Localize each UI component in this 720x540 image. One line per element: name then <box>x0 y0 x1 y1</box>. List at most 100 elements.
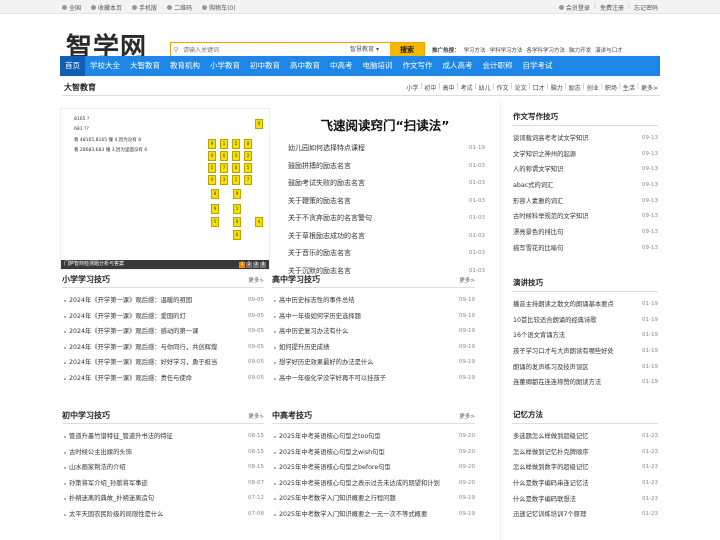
list-item[interactable]: 扑朔迷离的典故_扑朔迷离造句 07-12 <box>62 491 264 507</box>
list-item[interactable]: 2024年《开学第一课》观后感：好好学习，勇于担当 09-05 <box>62 355 264 371</box>
more-link[interactable]: 更多> <box>459 276 475 284</box>
more-link[interactable]: 更多> <box>459 412 475 420</box>
featured-item[interactable]: 关于不贪弃励志的名言警句 01-03 <box>285 210 485 228</box>
nav-item[interactable]: 教育机构 <box>165 56 205 76</box>
list-item[interactable]: 2024年《开学第一课》观后感：与你同行，共创辉煌 09-05 <box>62 339 264 355</box>
featured-item[interactable]: 幼儿园如何选择特点课程 01-19 <box>285 140 485 158</box>
list-item[interactable]: 漂亮景色的排比句 09-13 <box>512 225 658 241</box>
hot-link[interactable]: 脑力开发 <box>569 46 591 54</box>
list-item[interactable]: 高中一年级如何学历史选择题 09-19 <box>272 308 475 324</box>
banner-dot[interactable]: 1 <box>239 262 245 268</box>
list-item[interactable]: 播音主持朗读之散文的朗诵基本要点 01-19 <box>512 297 658 313</box>
list-item[interactable]: 2024年《开学第一课》观后感：感动的第一课 09-05 <box>62 324 264 340</box>
more-link[interactable]: 更多> <box>641 83 658 92</box>
nav-item[interactable]: 会计职称 <box>478 56 518 76</box>
list-item[interactable]: 想学好历史效果最好的办法是什么 09-19 <box>272 355 475 371</box>
list-item[interactable]: 2024年《开学第一课》观后感：温暖的祖国 09-05 <box>62 293 264 309</box>
featured-item[interactable]: 关于鞭策的励志名言 01-03 <box>285 193 485 211</box>
nav-item[interactable]: 初中教育 <box>245 56 285 76</box>
hot-link[interactable]: 各学科学习方法 <box>527 46 566 54</box>
list-item[interactable]: 连董卿都在连连称赞的朗读方法 01-19 <box>512 375 658 392</box>
list-item[interactable]: 2025年中考英语核心句型之表示过去未达成的期望和计划 09-20 <box>272 475 475 491</box>
list-item[interactable]: 什么是数字编码串连记忆法 01-23 <box>512 476 658 492</box>
register-link[interactable]: 免费注册 <box>600 3 624 12</box>
featured-title[interactable]: 飞速阅读窍门“扫读法” <box>285 115 485 134</box>
category-link[interactable]: 创业 <box>587 83 599 92</box>
featured-item[interactable]: 鼓励拼搏的励志名言 01-03 <box>285 158 485 176</box>
list-item[interactable]: 描写雪花的比喻句 09-13 <box>512 240 658 257</box>
category-link[interactable]: 作文 <box>497 83 509 92</box>
banner-dot[interactable]: 3 <box>253 262 259 268</box>
nav-item[interactable]: 自学考试 <box>518 56 558 76</box>
list-item[interactable]: 高中历史标志性的事件总结 09-19 <box>272 293 475 309</box>
forgot-password-link[interactable]: 忘记密码 <box>634 3 658 12</box>
featured-item[interactable]: 鼓励考试失败的励志名言 01-03 <box>285 175 485 193</box>
category-link[interactable]: 口才 <box>533 83 545 92</box>
topbar-link-region[interactable]: 全国 <box>62 3 81 12</box>
list-item[interactable]: 如何提升历史成绩 09-19 <box>272 339 475 355</box>
list-item[interactable]: 怎么样做到数字的超级记忆 01-23 <box>512 460 658 477</box>
list-item[interactable]: 2025年中考数学入门知识概要之一元一次不等式概要 09-19 <box>272 506 475 522</box>
list-item[interactable]: 古时候公主出嫁的头饰 08-15 <box>62 444 264 460</box>
category-link[interactable]: 励志 <box>569 83 581 92</box>
hot-link[interactable]: 学习方法 <box>464 46 486 54</box>
category-link[interactable]: 初中 <box>424 83 436 92</box>
list-item[interactable]: 太平天国农民阶级的局限性是什么 07-08 <box>62 506 264 522</box>
featured-banner[interactable]: 8165 ? 681 ?? 看 48165,8165 懂 4,因为没有 8 看 … <box>60 108 270 270</box>
category-link[interactable]: 脑力 <box>551 83 563 92</box>
nav-item-home[interactable]: 首页 <box>60 56 85 76</box>
category-link[interactable]: 论文 <box>515 83 527 92</box>
list-item[interactable]: 2025年中考英语核心句型之before句型 09-20 <box>272 460 475 476</box>
nav-item[interactable]: 大智教育 <box>125 56 165 76</box>
search-input[interactable] <box>181 43 345 57</box>
featured-item[interactable]: 关于音乐的励志名言 01-03 <box>285 245 485 263</box>
list-item[interactable]: 16个语文背诵方法 01-19 <box>512 328 658 345</box>
hot-link[interactable]: 演讲与口才 <box>595 46 623 54</box>
list-item[interactable]: 山水画家荆浩的介绍 08-15 <box>62 460 264 476</box>
topbar-link-mobile[interactable]: 手机版 <box>132 3 157 12</box>
login-link[interactable]: 会员登录 <box>558 3 590 12</box>
more-link[interactable]: 更多> <box>248 276 264 284</box>
nav-item[interactable]: 作文写作 <box>398 56 438 76</box>
list-item[interactable]: 2025年中考英语核心句型之wish句型 09-20 <box>272 444 475 460</box>
search-button[interactable]: 搜索 <box>390 43 424 57</box>
list-item[interactable]: 孙策将军介绍_孙膑将军事迹 08-07 <box>62 475 264 491</box>
list-item[interactable]: 迅速记忆训练培训7个原理 01-23 <box>512 507 658 524</box>
list-item[interactable]: 形容人素雅的词汇 09-13 <box>512 193 658 210</box>
list-item[interactable]: 2024年《开学第一课》观后感：爱国的灯 09-05 <box>62 308 264 324</box>
list-item[interactable]: 什么是数字编码联想法 01-23 <box>512 491 658 508</box>
category-link[interactable]: 高中 <box>442 83 454 92</box>
list-item[interactable]: abac式的词汇 09-13 <box>512 178 658 194</box>
category-link[interactable]: 小学 <box>406 83 418 92</box>
list-item[interactable]: 人的称谓文学知识 09-13 <box>512 162 658 179</box>
more-link[interactable]: 更多> <box>248 412 264 420</box>
nav-item[interactable]: 成人高考 <box>438 56 478 76</box>
featured-item[interactable]: 关于草根励志成功的名言 01-03 <box>285 228 485 246</box>
list-item[interactable]: 2025年中考数学入门知识概要之行程问题 09-19 <box>272 491 475 507</box>
list-item[interactable]: 谈词载词高考考试文学知识 09-13 <box>512 131 658 147</box>
topbar-link-qrcode[interactable]: 二维码 <box>167 3 192 12</box>
nav-item[interactable]: 小学教育 <box>205 56 245 76</box>
list-item[interactable]: 多选题怎么样做到超级记忆 01-23 <box>512 429 658 445</box>
list-item[interactable]: 2025年中考英语核心句型之too句型 09-20 <box>272 429 475 445</box>
list-item[interactable]: 古时候科举规范的文学知识 09-13 <box>512 209 658 226</box>
list-item[interactable]: 文学知识之神州的起源 09-13 <box>512 146 658 163</box>
hot-link[interactable]: 学科学习方法 <box>490 46 523 54</box>
list-item[interactable]: 高中一年级化学没学好再不可以挂孩子 09-19 <box>272 370 475 386</box>
category-link[interactable]: 生活 <box>623 83 635 92</box>
search-category-select[interactable]: 智慧教育 ▾ <box>345 43 390 57</box>
category-link[interactable]: 考试 <box>461 83 473 92</box>
nav-item[interactable]: 学校大全 <box>85 56 125 76</box>
banner-dot[interactable]: 2 <box>246 262 252 268</box>
nav-item[interactable]: 中高考 <box>325 56 358 76</box>
category-link[interactable]: 幼儿 <box>479 83 491 92</box>
nav-item[interactable]: 电脑培训 <box>358 56 398 76</box>
topbar-link-cart[interactable]: 购物车(0) <box>202 3 236 12</box>
list-item[interactable]: 10首比较适合朗诵的经典诗歌 01-19 <box>512 312 658 329</box>
list-item[interactable]: 高中历史复习办法有什么 09-19 <box>272 324 475 340</box>
banner-dot[interactable]: 4 <box>260 262 266 268</box>
category-link[interactable]: 职场 <box>605 83 617 92</box>
nav-item[interactable]: 高中教育 <box>285 56 325 76</box>
list-item[interactable]: 怎么样做到记忆扑克牌顺序 01-23 <box>512 444 658 461</box>
topbar-link-favorite[interactable]: 收藏本页 <box>91 3 122 12</box>
